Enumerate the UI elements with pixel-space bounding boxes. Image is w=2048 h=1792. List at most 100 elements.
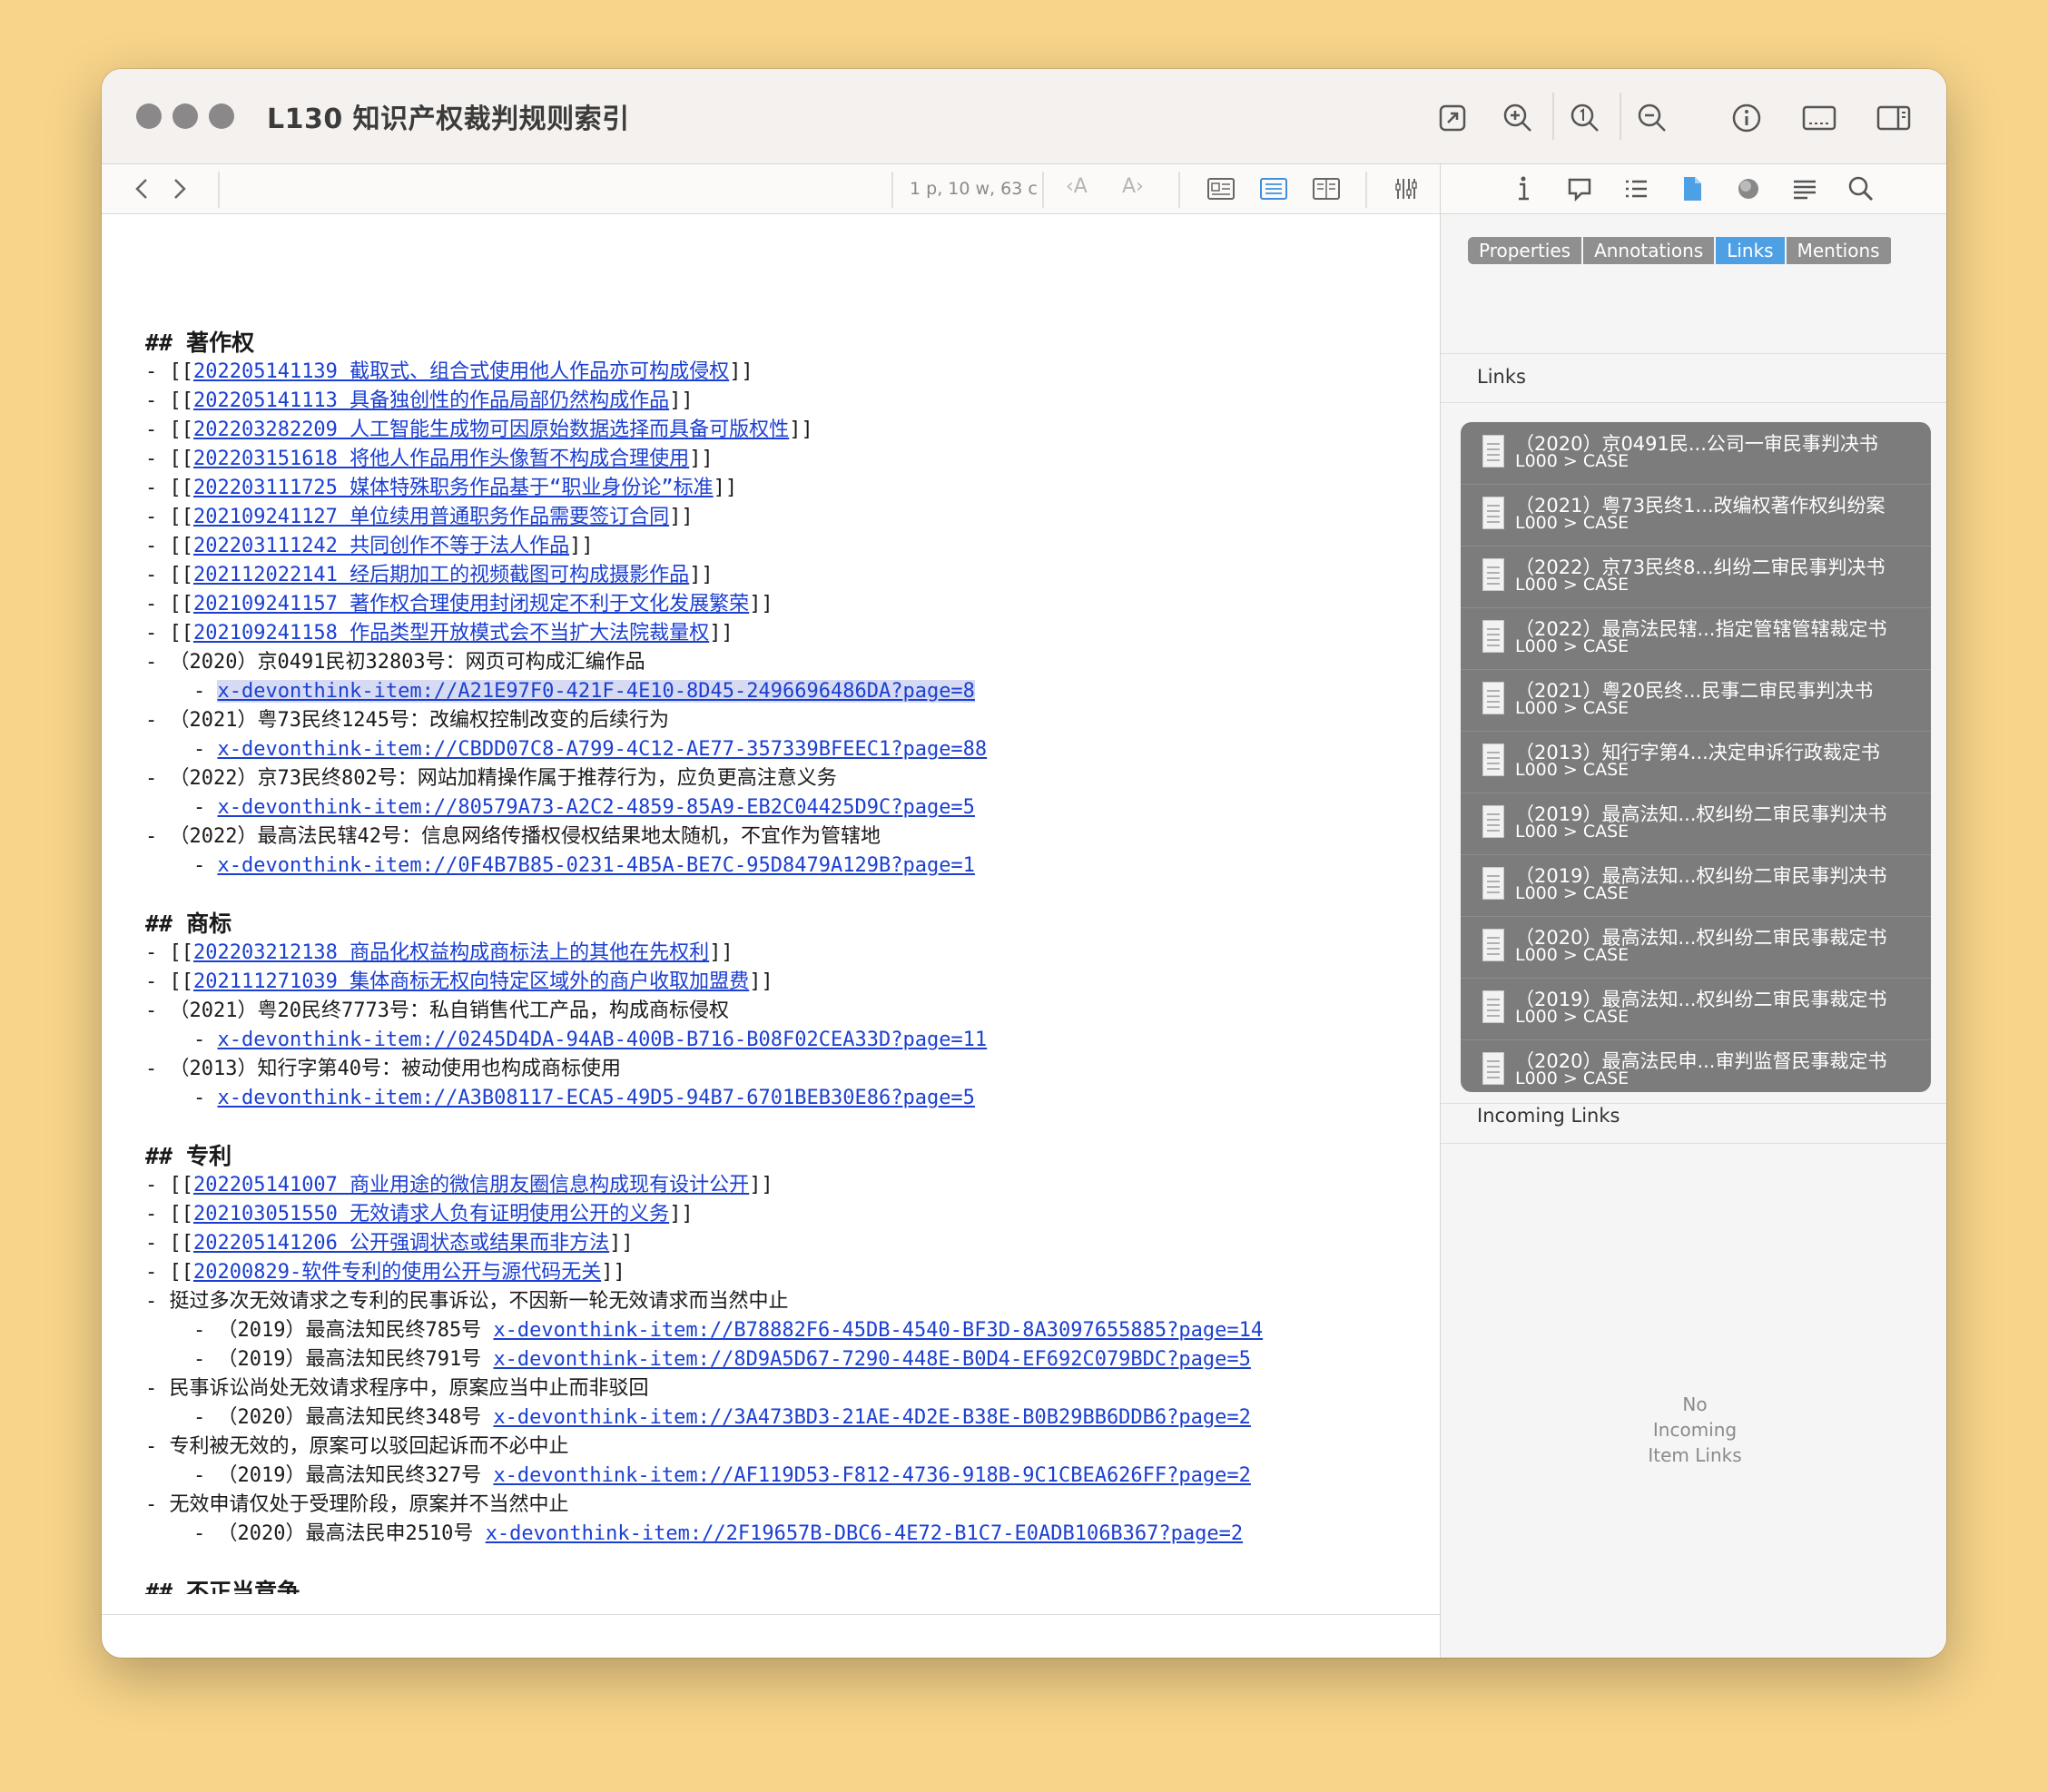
editor-line[interactable]: - [[202109241157 著作权合理使用封闭规定不利于文化发展繁荣]] xyxy=(145,590,773,619)
link-list-item[interactable]: （2019）最高法知...权纠纷二审民事判决书 L000 > CASE xyxy=(1461,854,1931,917)
editor-line[interactable]: - 无效申请仅处于受理阶段，原案并不当然中止 xyxy=(145,1491,569,1520)
editor-line[interactable]: - [[202109241158 作品类型开放模式会不当扩大法院裁量权]] xyxy=(145,619,734,648)
link-list-item[interactable]: （2020）最高法知...权纠纷二审民事裁定书 L000 > CASE xyxy=(1461,916,1931,979)
forward-icon[interactable] xyxy=(162,172,196,206)
split-view-icon[interactable] xyxy=(1309,172,1344,206)
source-view-icon[interactable] xyxy=(1204,172,1238,206)
heading-line[interactable]: ## 不正当竞争 xyxy=(145,1578,300,1594)
links-list[interactable]: （2020）京0491民...公司一审民事判决书 L000 > CASE （2021… xyxy=(1461,422,1931,1092)
editor-line[interactable]: - x-devonthink-item://A3B08117-ECA5-49D5… xyxy=(145,1084,975,1113)
minimize-window-button[interactable] xyxy=(172,103,198,129)
item-link[interactable]: x-devonthink-item://B78882F6-45DB-4540-B… xyxy=(493,1319,1263,1342)
tab-mentions[interactable]: Mentions xyxy=(1786,237,1891,264)
link-list-item[interactable]: （2021）粤73民终1...改编权著作权纠纷案 L000 > CASE xyxy=(1461,484,1931,546)
text-tab-icon[interactable] xyxy=(1787,172,1822,206)
heading-line[interactable]: ## 著作权 xyxy=(145,329,254,358)
editor-line[interactable]: - [[202111271039 集体商标无权向特定区域外的商户收取加盟费]] xyxy=(145,968,773,997)
editor-line[interactable]: - （2021）粤73民终1245号：改编权控制改变的后续行为 xyxy=(145,706,669,735)
document-tab-icon[interactable] xyxy=(1675,172,1709,206)
editor-line[interactable]: - x-devonthink-item://0F4B7B85-0231-4B5A… xyxy=(145,852,975,881)
editor-line[interactable]: - [[202205141113 具备独创性的作品局部仍然构成作品]] xyxy=(145,387,694,416)
item-link[interactable]: x-devonthink-item://A3B08117-ECA5-49D5-9… xyxy=(217,1087,974,1109)
tab-annotations[interactable]: Annotations xyxy=(1583,237,1715,264)
item-link[interactable]: x-devonthink-item://A21E97F0-421F-4E10-8… xyxy=(217,680,975,703)
preview-icon[interactable] xyxy=(1799,98,1839,138)
link-list-item[interactable]: （2022）最高法民辖...指定管辖管辖裁定书 L000 > CASE xyxy=(1461,607,1931,670)
editor-line[interactable]: - [[202203111725 媒体特殊职务作品基于“职业身份论”标准]] xyxy=(145,474,737,503)
editor-line[interactable]: - （2021）粤20民终7773号：私自销售代工产品，构成商标侵权 xyxy=(145,997,729,1026)
editor-line[interactable]: - x-devonthink-item://0245D4DA-94AB-400B… xyxy=(145,1026,987,1055)
wiki-link[interactable]: 202203282209 人工智能生成物可因原始数据选择而具备可版权性 xyxy=(193,418,789,441)
wiki-link[interactable]: 202203111725 媒体特殊职务作品基于“职业身份论”标准 xyxy=(193,477,714,499)
editor-line[interactable]: - [[202203282209 人工智能生成物可因原始数据选择而具备可版权性]… xyxy=(145,416,813,445)
wiki-link[interactable]: 202203111242 共同创作不等于法人作品 xyxy=(193,535,569,557)
info-tab-icon[interactable] xyxy=(1506,172,1541,206)
editor-line[interactable]: - 专利被无效的，原案可以驳回起诉而不必中止 xyxy=(145,1433,569,1462)
tab-links[interactable]: Links xyxy=(1716,237,1785,264)
markdown-editor[interactable]: ## 著作权 - [[202205141139 截取式、组合式使用他人作品亦可构成… xyxy=(102,214,1440,1594)
wiki-link[interactable]: 20200829-软件专利的使用公开与源代码无关 xyxy=(193,1261,601,1284)
item-link[interactable]: x-devonthink-item://2F19657B-DBC6-4E72-B… xyxy=(486,1522,1243,1545)
heading-line[interactable]: ## 专利 xyxy=(145,1142,231,1171)
editor-line[interactable]: - x-devonthink-item://CBDD07C8-A799-4C12… xyxy=(145,735,987,764)
editor-line[interactable]: - （2022）京73民终802号：网站加精操作属于推荐行为，应负更高注意义务 xyxy=(145,764,837,793)
editor-line[interactable]: - （2019）最高法知民终791号 x-devonthink-item://8… xyxy=(145,1345,1251,1374)
link-list-item[interactable]: （2013）知行字第4...决定申诉行政裁定书 L000 > CASE xyxy=(1461,731,1931,793)
editor-line[interactable]: - x-devonthink-item://A21E97F0-421F-4E10… xyxy=(145,677,975,706)
open-external-icon[interactable] xyxy=(1433,98,1472,138)
editor-line[interactable]: - [[202112022141 经后期加工的视频截图可构成摄影作品]] xyxy=(145,561,714,590)
back-icon[interactable] xyxy=(125,172,160,206)
editor-line[interactable]: - [[202109241127 单位续用普通职务作品需要签订合同]] xyxy=(145,503,694,532)
editor-line[interactable]: - [[202205141206 公开强调状态或结果而非方法]] xyxy=(145,1229,634,1258)
editor-line[interactable]: - [[202103051550 无效请求人负有证明使用公开的义务]] xyxy=(145,1200,694,1229)
wiki-link[interactable]: 202103051550 无效请求人负有证明使用公开的义务 xyxy=(193,1203,669,1226)
zoom-out-icon[interactable] xyxy=(1632,98,1672,138)
editor-line[interactable]: - （2013）知行字第40号：被动使用也构成商标使用 xyxy=(145,1055,621,1084)
editor-line[interactable]: - x-devonthink-item://80579A73-A2C2-4859… xyxy=(145,793,975,822)
link-list-item[interactable]: （2019）最高法知...权纠纷二审民事判决书 L000 > CASE xyxy=(1461,793,1931,855)
wiki-link[interactable]: 202205141113 具备独创性的作品局部仍然构成作品 xyxy=(193,389,669,412)
editor-line[interactable]: - （2019）最高法知民终327号 x-devonthink-item://A… xyxy=(145,1462,1251,1491)
wiki-link[interactable]: 202203212138 商品化权益构成商标法上的其他在先权利 xyxy=(193,941,709,964)
link-list-item[interactable]: （2020）京0491民...公司一审民事判决书 L000 > CASE xyxy=(1461,422,1931,485)
editor-line[interactable]: - （2022）最高法民辖42号：信息网络传播权侵权结果地太随机，不宜作为管辖地 xyxy=(145,822,881,852)
wiki-link[interactable]: 202203151618 将他人作品用作头像暂不构成合理使用 xyxy=(193,448,689,470)
info-icon[interactable] xyxy=(1727,98,1767,138)
decrease-font-button[interactable]: ‹A xyxy=(1066,175,1088,198)
editor-line[interactable]: - [[20200829-软件专利的使用公开与源代码无关]] xyxy=(145,1258,625,1287)
link-list-item[interactable]: （2022）京73民终8...纠纷二审民事判决书 L000 > CASE xyxy=(1461,546,1931,608)
item-link[interactable]: x-devonthink-item://AF119D53-F812-4736-9… xyxy=(493,1464,1250,1487)
sidebar-icon[interactable] xyxy=(1874,98,1914,138)
item-link[interactable]: x-devonthink-item://0F4B7B85-0231-4B5A-B… xyxy=(217,854,974,877)
tab-properties[interactable]: Properties xyxy=(1468,237,1582,264)
close-window-button[interactable] xyxy=(136,103,162,129)
editor-line[interactable]: - （2020）最高法知民终348号 x-devonthink-item://3… xyxy=(145,1403,1251,1433)
search-icon[interactable] xyxy=(1844,172,1878,206)
increase-font-button[interactable]: A› xyxy=(1122,175,1144,198)
item-link[interactable]: x-devonthink-item://3A473BD3-21AE-4D2E-B… xyxy=(493,1406,1250,1429)
heading-line[interactable]: ## 商标 xyxy=(145,910,231,939)
editor-line[interactable]: - （2019）最高法知民终785号 x-devonthink-item://B… xyxy=(145,1316,1263,1345)
link-list-item[interactable]: （2021）粤20民终...民事二审民事判决书 L000 > CASE xyxy=(1461,669,1931,732)
editor-line[interactable]: - （2020）京0491民初32803号：网页可构成汇编作品 xyxy=(145,648,645,677)
link-list-item[interactable]: （2019）最高法知...权纠纷二审民事裁定书 L000 > CASE xyxy=(1461,978,1931,1040)
wiki-link[interactable]: 202205141206 公开强调状态或结果而非方法 xyxy=(193,1232,609,1255)
wiki-link[interactable]: 202205141007 商业用途的微信朋友圈信息构成现有设计公开 xyxy=(193,1174,749,1196)
editor-line[interactable]: - [[202203111242 共同创作不等于法人作品]] xyxy=(145,532,594,561)
concordance-tab-icon[interactable] xyxy=(1731,172,1766,206)
item-link[interactable]: x-devonthink-item://8D9A5D67-7290-448E-B… xyxy=(493,1348,1250,1371)
wiki-link[interactable]: 202109241158 作品类型开放模式会不当扩大法院裁量权 xyxy=(193,622,709,645)
editor-line[interactable]: - （2020）最高法民申2510号 x-devonthink-item://2… xyxy=(145,1520,1243,1549)
editor-line[interactable]: - [[202205141007 商业用途的微信朋友圈信息构成现有设计公开]] xyxy=(145,1171,773,1200)
wiki-link[interactable]: 202109241157 著作权合理使用封闭规定不利于文化发展繁荣 xyxy=(193,593,749,615)
editor-line[interactable]: - 挺过多次无效请求之专利的民事诉讼，不因新一轮无效请求而当然中止 xyxy=(145,1287,789,1316)
wiki-link[interactable]: 202109241127 单位续用普通职务作品需要签订合同 xyxy=(193,506,669,528)
editor-line[interactable]: - 民事诉讼尚处无效请求程序中，原案应当中止而非驳回 xyxy=(145,1374,649,1403)
toc-tab-icon[interactable] xyxy=(1619,172,1653,206)
wiki-link[interactable]: 202111271039 集体商标无权向特定区域外的商户收取加盟费 xyxy=(193,970,749,993)
item-link[interactable]: x-devonthink-item://80579A73-A2C2-4859-8… xyxy=(217,796,974,819)
actual-size-icon[interactable] xyxy=(1565,98,1605,138)
zoom-in-icon[interactable] xyxy=(1498,98,1538,138)
wiki-link[interactable]: 202112022141 经后期加工的视频截图可构成摄影作品 xyxy=(193,564,689,586)
editor-line[interactable]: - [[202205141139 截取式、组合式使用他人作品亦可构成侵权]] xyxy=(145,358,753,387)
